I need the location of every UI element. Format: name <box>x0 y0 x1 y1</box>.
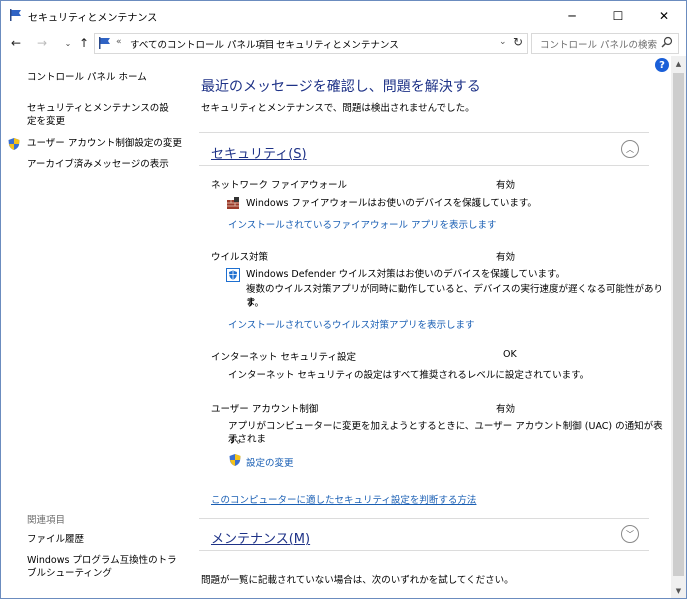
security-section-header[interactable]: セキュリティ(S) <box>211 143 307 162</box>
left-pane: コントロール パネル ホーム セキュリティとメンテナンスの設定を変更 ユーザー … <box>1 56 186 598</box>
archived-messages-link[interactable]: アーカイブ済みメッセージの表示 <box>27 158 169 171</box>
search-icon[interactable] <box>661 36 673 48</box>
virus-protection-note-cont: す。 <box>246 298 265 309</box>
scroll-down-button[interactable]: ▼ <box>671 583 686 598</box>
control-panel-icon <box>99 37 110 49</box>
up-button[interactable]: ↑ <box>75 34 93 52</box>
internet-security-label: インターネット セキュリティ設定 <box>211 352 356 363</box>
main-content: 最近のメッセージを確認し、問題を解決する セキュリティとメンテナンスで、問題は検… <box>186 56 671 598</box>
navigation-bar: ← → ⌄ ↑ « すべてのコントロール パネル項目 › セキュリティとメンテナ… <box>1 31 686 55</box>
uac-label: ユーザー アカウント制御 <box>211 404 319 415</box>
program-compatibility-link[interactable]: Windows プログラム互換性のトラブルシューティング <box>27 554 177 580</box>
address-bar[interactable]: « すべてのコントロール パネル項目 › セキュリティとメンテナンス ⌄ ↻ <box>94 33 528 54</box>
virus-protection-message: Windows Defender ウイルス対策はお使いのデバイスを保護しています… <box>246 269 566 280</box>
search-box[interactable]: コントロール パネルの検索 <box>531 33 679 54</box>
back-button[interactable]: ← <box>7 34 25 52</box>
defender-icon <box>226 268 240 282</box>
internet-security-message: インターネット セキュリティの設定はすべて推奨されるレベルに設定されています。 <box>228 370 590 381</box>
help-icon[interactable]: ? <box>655 58 669 72</box>
uac-shield-icon <box>8 138 20 150</box>
breadcrumb-current[interactable]: セキュリティとメンテナンス <box>276 37 399 51</box>
breadcrumb-all-items[interactable]: すべてのコントロール パネル項目 <box>130 37 274 51</box>
firewall-icon <box>227 197 239 209</box>
uac-shield-icon <box>229 454 241 466</box>
control-panel-home-link[interactable]: コントロール パネル ホーム <box>27 71 147 84</box>
close-button[interactable]: ✕ <box>641 1 686 31</box>
internet-security-status: OK <box>503 349 517 360</box>
change-settings-link[interactable]: セキュリティとメンテナンスの設定を変更 <box>27 102 177 128</box>
uac-settings-link[interactable]: ユーザー アカウント制御設定の変更 <box>27 137 182 150</box>
window: セキュリティとメンテナンス ─ ☐ ✕ ← → ⌄ ↑ « すべてのコントロール… <box>0 0 687 599</box>
scroll-up-button[interactable]: ▲ <box>671 56 686 71</box>
security-settings-help-link[interactable]: このコンピューターに適したセキュリティ設定を判断する方法 <box>211 492 476 506</box>
virus-protection-note: 複数のウイルス対策アプリが同時に動作していると、デバイスの実行速度が遅くなる可能… <box>246 284 664 308</box>
divider <box>199 165 649 166</box>
search-input[interactable]: コントロール パネルの検索 <box>540 37 657 51</box>
divider <box>199 550 649 551</box>
troubleshoot-hint: 問題が一覧に記載されていない場合は、次のいずれかを試してください。 <box>201 575 514 586</box>
virus-protection-status: 有効 <box>496 252 516 263</box>
firewall-label: ネットワーク ファイアウォール <box>211 180 348 191</box>
file-history-link[interactable]: ファイル履歴 <box>27 533 84 546</box>
uac-message: アプリがコンピューターに変更を加えようとするときに、ユーザー アカウント制御 (… <box>228 421 663 445</box>
virus-protection-label: ウイルス対策 <box>211 252 269 263</box>
firewall-apps-link[interactable]: インストールされているファイアウォール アプリを表示します <box>228 217 497 231</box>
divider <box>199 518 649 519</box>
page-subtitle: セキュリティとメンテナンスで、問題は検出されませんでした。 <box>201 103 475 114</box>
scrollbar-thumb[interactable] <box>673 73 684 576</box>
firewall-status: 有効 <box>496 180 516 191</box>
collapse-security-button[interactable]: ︿ <box>621 140 639 158</box>
page-heading: 最近のメッセージを確認し、問題を解決する <box>201 79 481 95</box>
vertical-scrollbar[interactable]: ▲ ▼ <box>671 56 686 598</box>
title-bar: セキュリティとメンテナンス ─ ☐ ✕ <box>1 1 686 31</box>
uac-message-cont: す。 <box>228 435 247 446</box>
expand-maintenance-button[interactable]: ﹀ <box>621 525 639 543</box>
divider <box>199 132 649 133</box>
forward-button[interactable]: → <box>33 34 51 52</box>
address-overflow[interactable]: « <box>116 37 122 47</box>
change-uac-settings-link[interactable]: 設定の変更 <box>246 455 294 469</box>
minimize-button[interactable]: ─ <box>549 1 595 31</box>
refresh-icon[interactable]: ↻ <box>513 35 523 49</box>
firewall-message: Windows ファイアウォールはお使いのデバイスを保護しています。 <box>246 198 537 209</box>
maintenance-section-header[interactable]: メンテナンス(M) <box>211 528 310 547</box>
breadcrumb-chevron-icon[interactable]: › <box>264 37 268 47</box>
window-title: セキュリティとメンテナンス <box>28 13 158 24</box>
antivirus-apps-link[interactable]: インストールされているウイルス対策アプリを表示します <box>228 317 475 331</box>
related-items-heading: 関連項目 <box>27 515 66 526</box>
uac-status: 有効 <box>496 404 516 415</box>
address-dropdown-icon[interactable]: ⌄ <box>499 37 507 47</box>
flag-icon <box>10 9 21 21</box>
maximize-button[interactable]: ☐ <box>595 1 641 31</box>
